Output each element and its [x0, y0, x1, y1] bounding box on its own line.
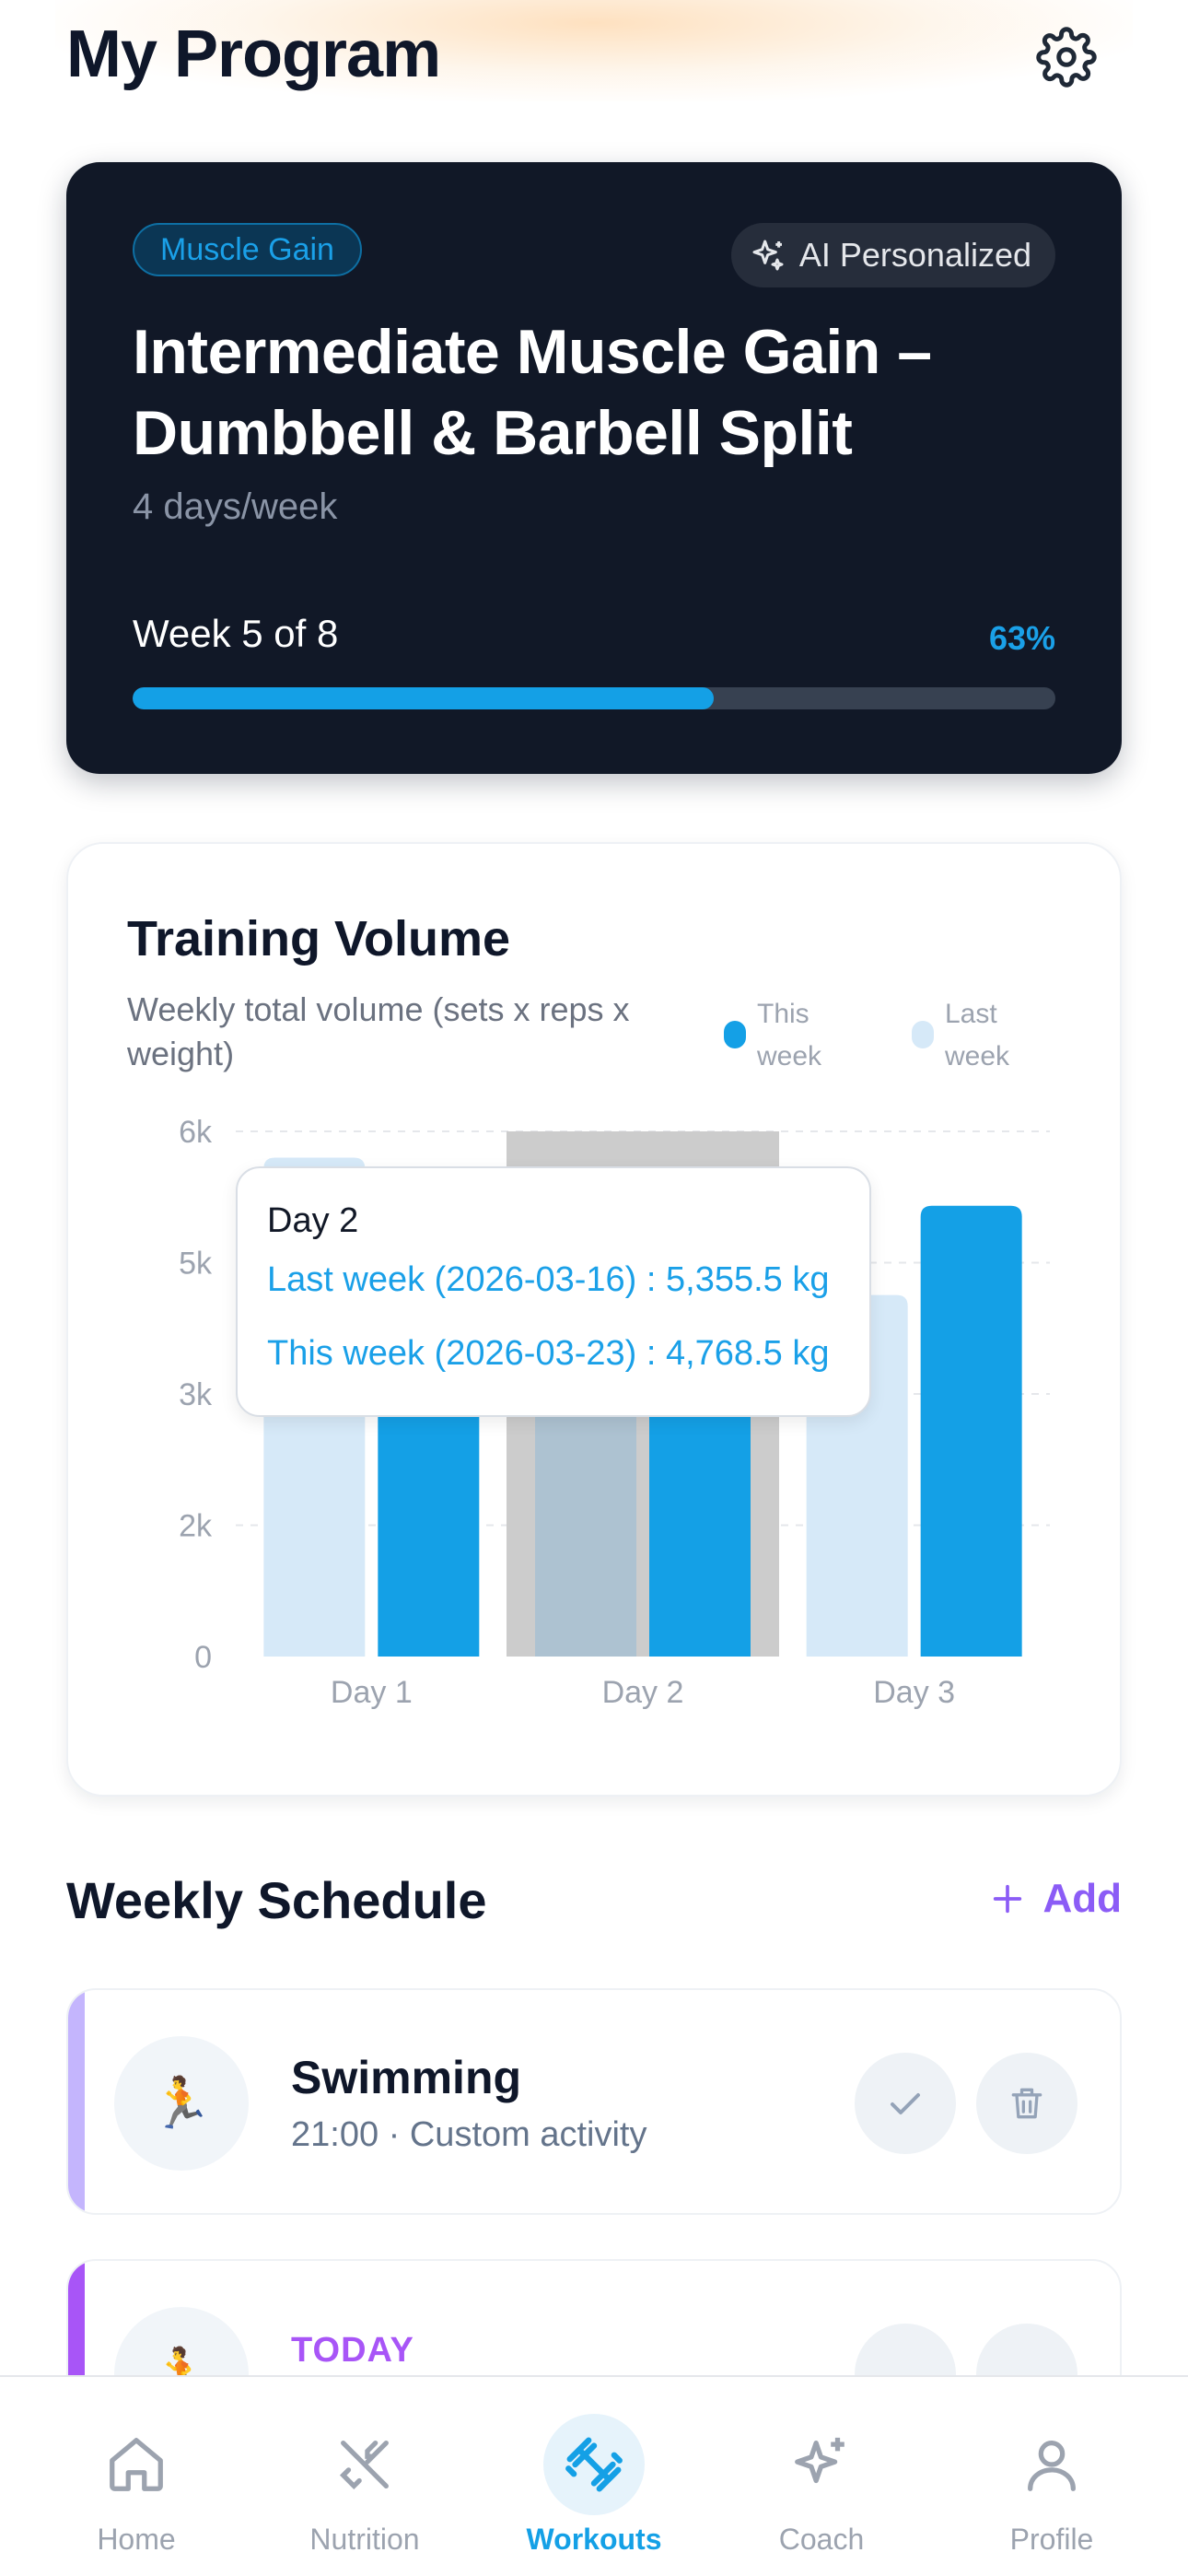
- y-tick-label: 5k: [179, 1247, 213, 1282]
- weekly-schedule-title: Weekly Schedule: [66, 1871, 487, 1929]
- nav-profile[interactable]: Profile: [960, 2377, 1144, 2576]
- x-tick-label: Day 1: [331, 1675, 413, 1710]
- nav-nutrition[interactable]: Nutrition: [273, 2377, 457, 2576]
- activity-card[interactable]: 🏃 Swimming 21:00 · Custom activity: [66, 1988, 1122, 2215]
- tooltip-this-week: This week (2026-03-23) : 4,768.5 kg: [267, 1334, 830, 1373]
- tooltip-title: Day 2: [267, 1201, 359, 1240]
- nav-label: Nutrition: [309, 2523, 420, 2556]
- delete-button[interactable]: [976, 2053, 1077, 2154]
- complete-button[interactable]: [855, 2053, 956, 2154]
- y-tick-label: 3k: [179, 1377, 213, 1412]
- nav-label: Home: [97, 2523, 176, 2556]
- fork-knife-icon: [314, 2414, 415, 2515]
- x-tick-label: Day 3: [873, 1675, 955, 1710]
- person-running-icon: 🏃: [114, 2036, 249, 2171]
- tooltip-last-week: Last week (2026-03-16) : 5,355.5 kg: [267, 1260, 830, 1299]
- volume-bar-chart: 0 2k 3k 5k 6k Day 1 Day 2 Day 3: [179, 1115, 1050, 1710]
- add-label: Add: [1042, 1876, 1122, 1921]
- bar-this-week: [920, 1205, 1022, 1657]
- nav-label: Workouts: [526, 2523, 662, 2556]
- dumbbell-icon: [543, 2414, 645, 2515]
- user-icon: [1001, 2414, 1102, 2515]
- check-icon: [891, 2093, 920, 2114]
- bottom-navigation: Home Nutrition Workouts Coach Profile: [0, 2375, 1188, 2576]
- nav-coach[interactable]: Coach: [729, 2377, 914, 2576]
- add-activity-button[interactable]: Add: [989, 1876, 1122, 1922]
- trash-icon: [1011, 2088, 1042, 2119]
- x-tick-label: Day 2: [602, 1675, 684, 1710]
- activity-name: Swimming: [291, 2052, 522, 2103]
- y-tick-label: 2k: [179, 1509, 213, 1544]
- nav-workouts[interactable]: Workouts: [502, 2377, 686, 2576]
- nav-label: Profile: [1009, 2523, 1094, 2556]
- sparkles-icon: [771, 2414, 872, 2515]
- nav-home[interactable]: Home: [44, 2377, 228, 2576]
- chart-tooltip: Day 2 Last week (2026-03-16) : 5,355.5 k…: [236, 1166, 871, 1417]
- nav-label: Coach: [778, 2523, 865, 2556]
- home-icon: [86, 2414, 187, 2515]
- plus-icon: [994, 1884, 1022, 1914]
- y-tick-label: 6k: [179, 1115, 213, 1150]
- today-label: TODAY: [291, 2331, 414, 2370]
- y-tick-label: 0: [194, 1640, 212, 1675]
- activity-accent: [68, 1990, 85, 2213]
- activity-meta: 21:00 · Custom activity: [291, 2115, 647, 2154]
